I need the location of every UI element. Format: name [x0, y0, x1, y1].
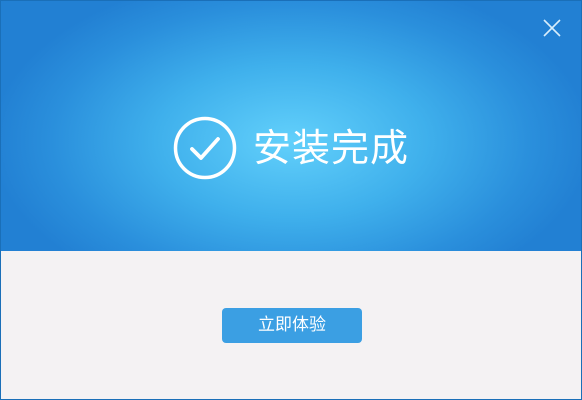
installer-window: 安装完成 立即体验: [0, 0, 582, 400]
action-area: 立即体验: [1, 251, 581, 399]
check-circle-icon: [173, 116, 237, 180]
close-button[interactable]: [541, 17, 563, 39]
close-icon: [543, 19, 561, 37]
try-now-button[interactable]: 立即体验: [222, 308, 362, 343]
status-title: 安装完成: [252, 126, 409, 170]
install-status: 安装完成: [1, 116, 581, 180]
success-banner: 安装完成: [1, 1, 581, 251]
